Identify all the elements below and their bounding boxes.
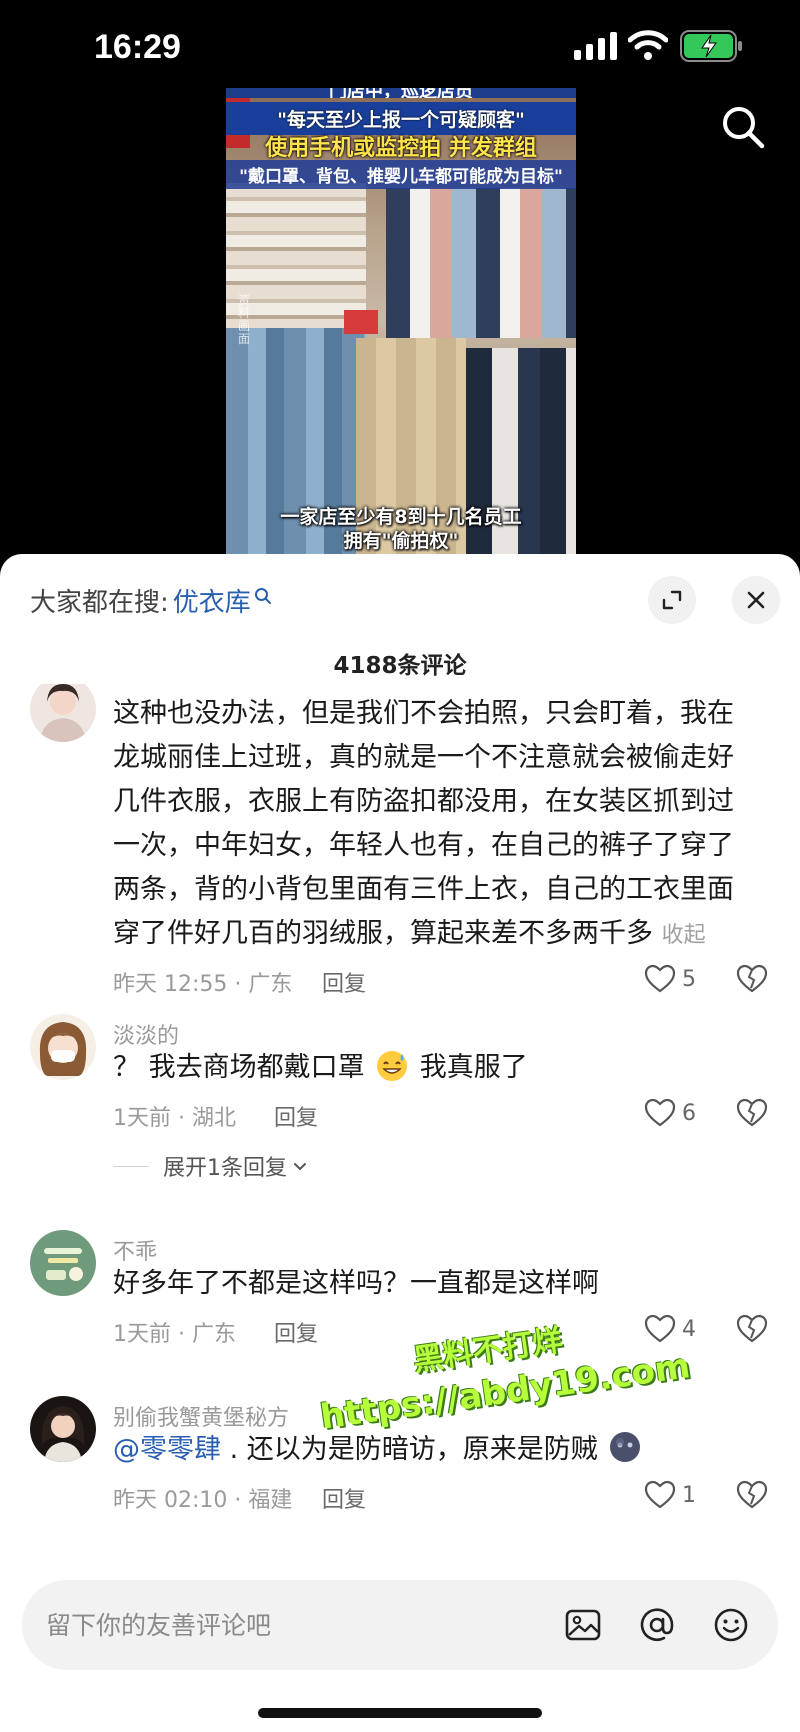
search-suggestion-prefix: 大家都在搜:: [30, 588, 169, 618]
sweat-smile-emoji-icon: [377, 1051, 408, 1081]
video-headline-top: 门店中，巡逻店员: [226, 88, 576, 98]
video-price-tag: [344, 310, 378, 334]
image-icon[interactable]: [564, 1606, 602, 1644]
expand-sheet-button[interactable]: [648, 576, 696, 624]
comment-text: 好多年了不都是这样吗？一直都是这样啊: [113, 1268, 599, 1299]
chevron-down-icon: [294, 1163, 306, 1170]
user-mention[interactable]: @零零肆: [113, 1434, 221, 1465]
video-side-watermark: 资料画面: [238, 293, 251, 346]
avatar[interactable]: [30, 1014, 96, 1080]
comment-input-bar: 留下你的友善评论吧: [0, 1576, 800, 1732]
dislike-icon[interactable]: [736, 964, 768, 994]
reply-button[interactable]: 回复: [322, 1482, 366, 1514]
like-count: 6: [682, 1100, 696, 1126]
comment-text-after: 我真服了: [419, 1052, 528, 1083]
like-count: 1: [682, 1482, 696, 1508]
comment-text: 这种也没办法，但是我们不会拍照，只会盯着，我在龙城丽佳上过班，真的就是一个不注意…: [113, 692, 753, 958]
expand-replies-divider: [113, 1165, 149, 1167]
avatar[interactable]: [30, 1230, 96, 1296]
like-button[interactable]: 6: [644, 1098, 696, 1128]
reply-button[interactable]: 回复: [322, 966, 366, 998]
comment-text: @零零肆 . 还以为是防暗访，原来是防贼: [113, 1428, 753, 1472]
close-icon: [747, 591, 765, 609]
status-time: 16:29: [94, 28, 181, 66]
video-subtitle-line-2: 拥有"偷拍权": [343, 530, 459, 552]
battery-charging-icon: [680, 30, 742, 62]
search-suggestion[interactable]: 大家都在搜: 优衣库: [30, 582, 272, 619]
collapse-link[interactable]: 收起: [662, 923, 706, 948]
reply-button[interactable]: 回复: [274, 1316, 318, 1348]
cellular-signal-icon: [574, 32, 617, 60]
heart-icon: [644, 1098, 676, 1127]
comment-text-before: ？ 我去商场都戴口罩: [113, 1052, 365, 1083]
like-button[interactable]: 5: [644, 964, 696, 994]
avatar[interactable]: [30, 684, 96, 742]
comment-text: ？ 我去商场都戴口罩 我真服了: [113, 1046, 753, 1090]
expand-icon: [662, 590, 682, 610]
wifi-icon: [628, 30, 668, 60]
heart-icon: [644, 1314, 676, 1343]
expand-replies-label: 展开1条回复: [163, 1156, 287, 1181]
search-icon[interactable]: [720, 104, 766, 150]
video-player[interactable]: 门店中，巡逻店员 "每天至少上报一个可疑顾客" 使用手机或监控拍 并发群组 "戴…: [226, 88, 576, 554]
emoji-icon[interactable]: [712, 1606, 750, 1644]
comment-count: 4188条评论: [333, 653, 467, 679]
comment-text-content: 这种也没办法，但是我们不会拍照，只会盯着，我在龙城丽佳上过班，真的就是一个不注意…: [113, 698, 734, 949]
like-count: 4: [682, 1316, 696, 1342]
dislike-icon[interactable]: [736, 1480, 768, 1510]
heart-icon: [644, 964, 676, 993]
comment-meta: 昨天 02:10 · 福建: [113, 1488, 293, 1513]
dislike-icon[interactable]: [736, 1098, 768, 1128]
heart-icon: [644, 1480, 676, 1509]
comment-text-content: . 还以为是防暗访，原来是防贼: [229, 1434, 598, 1465]
video-headline-line-2: 使用手机或监控拍 并发群组: [265, 136, 537, 161]
small-search-icon: [254, 587, 271, 604]
like-button[interactable]: 4: [644, 1314, 696, 1344]
video-subtitle-line-1: 一家店至少有8到十几名员工: [280, 506, 522, 528]
close-sheet-button[interactable]: [732, 576, 780, 624]
like-count: 5: [682, 966, 696, 992]
like-button[interactable]: 1: [644, 1480, 696, 1510]
dark-face-emoji-icon: [610, 1432, 641, 1462]
expand-replies-button[interactable]: 展开1条回复: [113, 1150, 309, 1182]
comment-meta: 1天前 · 广东: [113, 1322, 236, 1347]
at-icon[interactable]: [638, 1606, 676, 1644]
comment-meta: 昨天 12:55 · 广东: [113, 972, 293, 997]
comment-input-placeholder: 留下你的友善评论吧: [46, 1611, 272, 1640]
avatar[interactable]: [30, 1396, 96, 1462]
comment-sheet: 大家都在搜: 优衣库 4188条评论 这种也没办法，但是我们不会拍照，只会盯着，…: [0, 554, 800, 1732]
comment-sheet-header: 大家都在搜: 优衣库 4188条评论: [0, 554, 800, 684]
video-headline-line-3: "戴口罩、背包、推婴儿车都可能成为目标": [226, 160, 576, 189]
comment-meta: 1天前 · 湖北: [113, 1106, 236, 1131]
reply-button[interactable]: 回复: [274, 1100, 318, 1132]
dislike-icon[interactable]: [736, 1314, 768, 1344]
status-bar: 16:29: [0, 0, 800, 100]
search-suggestion-keyword[interactable]: 优衣库: [173, 582, 251, 619]
video-shelf-shirts: [386, 188, 576, 338]
comment-list[interactable]: 这种也没办法，但是我们不会拍照，只会盯着，我在龙城丽佳上过班，真的就是一个不注意…: [0, 684, 800, 1596]
comment-input[interactable]: 留下你的友善评论吧: [22, 1580, 778, 1670]
home-indicator[interactable]: [258, 1708, 542, 1718]
